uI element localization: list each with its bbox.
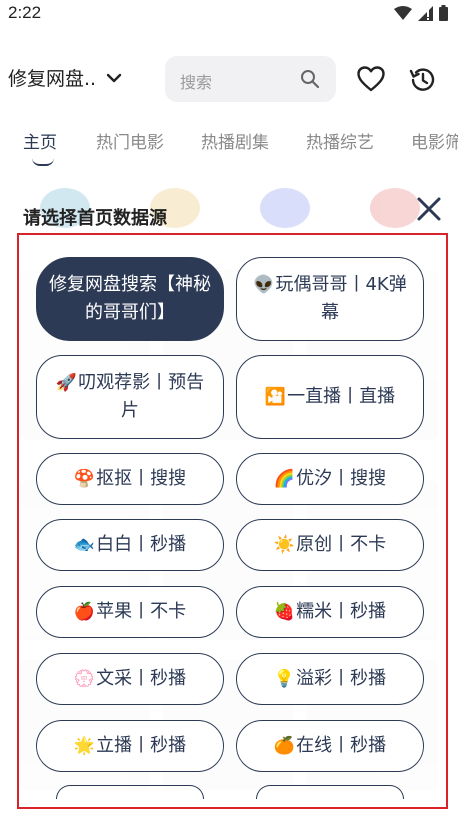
source-emoji-icon: 🐟: [73, 535, 96, 555]
source-option-label: 一直播丨直播: [287, 386, 396, 407]
source-option[interactable]: 🍊在线丨秒播: [236, 720, 424, 772]
source-selector-label: 修复网盘..: [8, 68, 97, 90]
status-bar: 2:22: [0, 0, 458, 28]
tab-hot-variety[interactable]: 热播综艺: [306, 128, 374, 153]
tab-home[interactable]: 主页: [23, 128, 57, 153]
source-option[interactable]: 修复网盘搜索【神秘的哥哥们】: [36, 257, 224, 341]
search-placeholder: 搜索: [180, 73, 213, 92]
source-option-label: 立播丨秒播: [96, 735, 187, 756]
source-option-label: 文采丨秒播: [96, 668, 187, 689]
source-emoji-icon: 🚀: [55, 373, 78, 393]
source-emoji-icon: 🌟: [73, 736, 96, 756]
wifi-icon: [394, 5, 412, 20]
history-icon[interactable]: [408, 66, 436, 94]
status-time: 2:22: [8, 3, 42, 22]
source-option[interactable]: 🍄抠抠丨搜搜: [36, 453, 224, 505]
tab-hot-movies[interactable]: 热门电影: [96, 128, 164, 153]
battery-icon: [439, 5, 448, 21]
source-option-label: 白白丨秒播: [96, 534, 187, 555]
source-option[interactable]: 🍎苹果丨不卡: [36, 586, 224, 638]
source-emoji-icon: 🎦: [264, 387, 287, 407]
source-emoji-icon: 🍊: [273, 736, 296, 756]
source-option-label: 玩偶哥哥丨4K弹幕: [275, 274, 407, 323]
tab-indicator: [32, 158, 54, 166]
source-option[interactable]: ☀️原创丨不卡: [236, 519, 424, 571]
source-option[interactable]: 🌟立播丨秒播: [36, 720, 224, 772]
source-option[interactable]: 💡溢彩丨秒播: [236, 653, 424, 705]
source-emoji-icon: 💡: [273, 669, 296, 689]
source-option-label: 原创丨不卡: [296, 534, 387, 555]
source-option-label: 抠抠丨搜搜: [96, 468, 187, 489]
source-emoji-icon: 👽: [253, 275, 275, 295]
source-option[interactable]: 🍓糯米丨秒播: [236, 586, 424, 638]
source-option-label: 叨观荐影丨预告片: [78, 372, 205, 421]
signal-icon: [418, 5, 433, 21]
source-emoji-icon: 💮: [73, 669, 96, 689]
source-option[interactable]: 🚀叨观荐影丨预告片: [36, 355, 224, 439]
source-selector[interactable]: 修复网盘..: [8, 64, 122, 91]
source-option-label: 糯米丨秒播: [296, 601, 387, 622]
source-option-label: 在线丨秒播: [296, 735, 387, 756]
source-option[interactable]: 🐟白白丨秒播: [36, 519, 224, 571]
source-option-label: 苹果丨不卡: [96, 601, 187, 622]
source-grid: 修复网盘搜索【神秘的哥哥们】 👽玩偶哥哥丨4K弹幕 🚀叨观荐影丨预告片 🎦一直播丨直播…: [17, 233, 448, 809]
sheet-title: 请选择首页数据源: [23, 208, 167, 229]
source-emoji-icon: 🍄: [73, 469, 96, 489]
search-icon[interactable]: [300, 69, 320, 89]
source-emoji-icon: 🌈: [273, 469, 296, 489]
close-icon[interactable]: [412, 192, 446, 226]
search-input[interactable]: 搜索: [165, 56, 336, 102]
source-option-label: 修复网盘搜索【神秘的哥哥们】: [49, 274, 211, 323]
source-emoji-icon: ☀️: [273, 535, 296, 555]
heart-icon[interactable]: [357, 66, 385, 92]
source-option[interactable]: 👽玩偶哥哥丨4K弹幕: [236, 257, 424, 341]
tab-movie-filter[interactable]: 电影筛: [411, 128, 458, 153]
source-emoji-icon: 🍎: [73, 602, 96, 622]
app-header: 修复网盘.. 搜索: [0, 52, 458, 108]
category-tabs: 主页 热门电影 热播剧集 热播综艺 电影筛: [0, 122, 458, 170]
source-option-label: 优汐丨搜搜: [296, 468, 387, 489]
source-option[interactable]: 💮文采丨秒播: [36, 653, 224, 705]
source-option-partial[interactable]: [56, 785, 204, 799]
source-option[interactable]: 🌈优汐丨搜搜: [236, 453, 424, 505]
chevron-down-icon: [106, 73, 122, 82]
tab-hot-series[interactable]: 热播剧集: [201, 128, 269, 153]
source-option[interactable]: 🎦一直播丨直播: [236, 355, 424, 439]
source-option-label: 溢彩丨秒播: [296, 668, 387, 689]
source-option-partial[interactable]: [256, 785, 404, 799]
source-emoji-icon: 🍓: [273, 602, 296, 622]
